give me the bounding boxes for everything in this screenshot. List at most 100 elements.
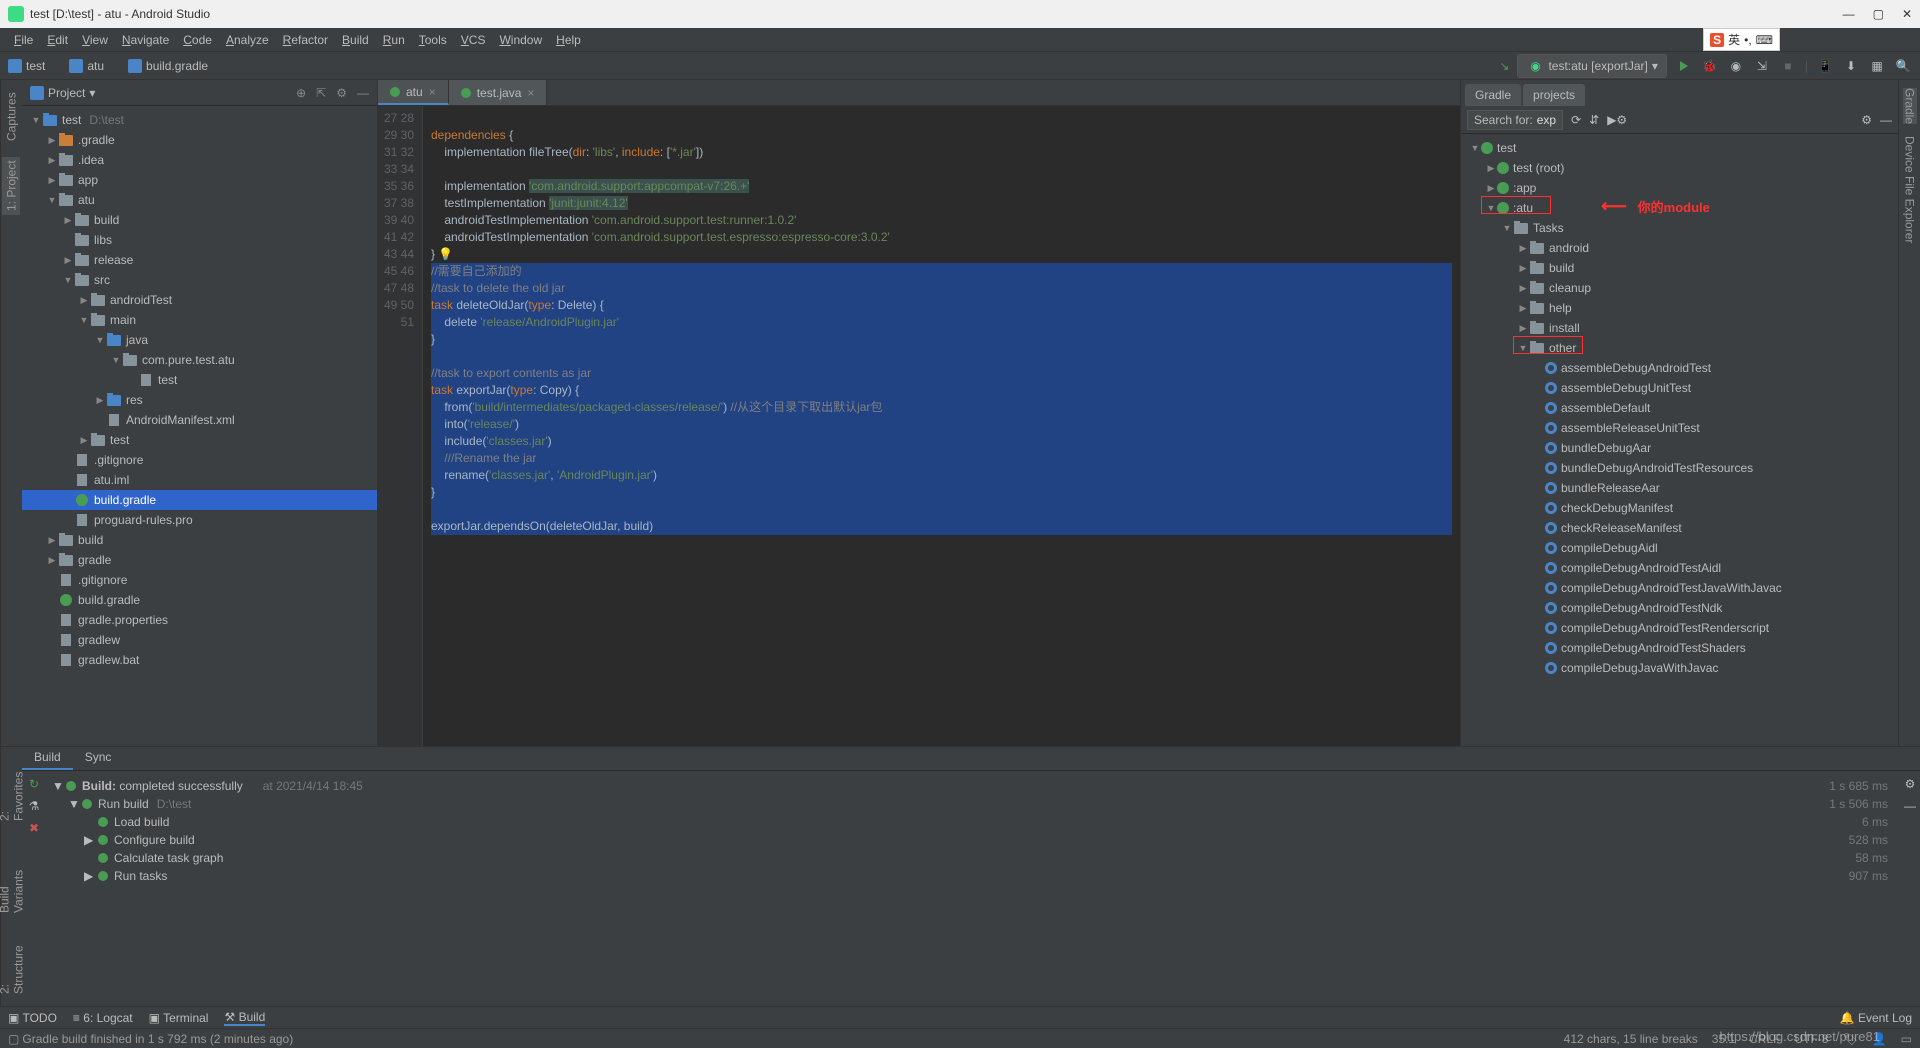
gradle-hide-icon[interactable]: — <box>1880 113 1892 127</box>
attach-button[interactable]: ⇲ <box>1753 57 1771 75</box>
menu-refactor[interactable]: Refactor <box>277 31 334 49</box>
captures-tool-tab[interactable]: Captures <box>3 88 21 145</box>
gradle-item-assembleDefault[interactable]: assembleDefault <box>1461 398 1898 418</box>
maximize-button[interactable]: ▢ <box>1873 7 1884 21</box>
gradle-item-compileDebugAndroidTestAidl[interactable]: compileDebugAndroidTestAidl <box>1461 558 1898 578</box>
debug-button[interactable]: 🐞 <box>1701 57 1719 75</box>
build-tab-Build[interactable]: Build <box>22 747 73 770</box>
refresh-icon[interactable]: ⟳ <box>1571 113 1581 127</box>
tree-item-gradlew[interactable]: gradlew <box>22 630 377 650</box>
gradle-item-compileDebugAidl[interactable]: compileDebugAidl <box>1461 538 1898 558</box>
tree-item-.idea[interactable]: ▶.idea <box>22 150 377 170</box>
tree-item-gradle[interactable]: ▶gradle <box>22 550 377 570</box>
todo-tab[interactable]: ▣ TODO <box>8 1011 57 1025</box>
build-step-Run-tasks[interactable]: ▶Run tasks907 ms <box>52 867 1894 885</box>
sync-icon[interactable]: ↘ <box>1499 59 1509 73</box>
gradle-tool-tab[interactable]: Gradle <box>1903 88 1917 124</box>
gradle-item-compileDebugJavaWithJavac[interactable]: compileDebugJavaWithJavac <box>1461 658 1898 678</box>
expand-icon[interactable]: ⇵ <box>1589 113 1599 127</box>
structure-icon[interactable]: ▦ <box>1868 57 1886 75</box>
menu-file[interactable]: File <box>8 31 39 49</box>
tree-item-atu.iml[interactable]: atu.iml <box>22 470 377 490</box>
gradle-item-other[interactable]: ▼other <box>1461 338 1898 358</box>
breadcrumb-atu[interactable]: atu <box>69 59 104 73</box>
editor-tab-test.java[interactable]: test.java× <box>449 80 548 105</box>
build-step-Calculate-task-graph[interactable]: Calculate task graph58 ms <box>52 849 1894 867</box>
tree-item-main[interactable]: ▼main <box>22 310 377 330</box>
structure-tab[interactable]: 2: Structure <box>0 929 28 998</box>
build-tab-Sync[interactable]: Sync <box>73 747 124 770</box>
gradle-item-compileDebugAndroidTestJavaWithJavac[interactable]: compileDebugAndroidTestJavaWithJavac <box>1461 578 1898 598</box>
hide-icon[interactable]: — <box>357 86 369 100</box>
gradle-tree[interactable]: ▼test▶test (root)▶:app▼:atu▼Tasks▶androi… <box>1461 134 1898 746</box>
build-variants-tab[interactable]: Build Variants <box>0 837 28 917</box>
menu-code[interactable]: Code <box>177 31 218 49</box>
target-icon[interactable]: ⊕ <box>296 86 306 100</box>
menu-edit[interactable]: Edit <box>41 31 74 49</box>
gradle-item-bundleReleaseAar[interactable]: bundleReleaseAar <box>1461 478 1898 498</box>
menu-view[interactable]: View <box>76 31 114 49</box>
build-gear-icon[interactable]: ⚙ <box>1905 777 1916 791</box>
tree-item-AndroidManifest.xml[interactable]: AndroidManifest.xml <box>22 410 377 430</box>
gradle-item-cleanup[interactable]: ▶cleanup <box>1461 278 1898 298</box>
tree-item-gradlew.bat[interactable]: gradlew.bat <box>22 650 377 670</box>
menu-navigate[interactable]: Navigate <box>116 31 175 49</box>
search-icon[interactable]: 🔍 <box>1894 57 1912 75</box>
gradle-item-compileDebugAndroidTestRenderscript[interactable]: compileDebugAndroidTestRenderscript <box>1461 618 1898 638</box>
tree-item-build.gradle[interactable]: build.gradle <box>22 590 377 610</box>
gradle-item-compileDebugAndroidTestShaders[interactable]: compileDebugAndroidTestShaders <box>1461 638 1898 658</box>
filter-icon[interactable]: ⚗ <box>29 799 40 813</box>
gradle-item-test (root)[interactable]: ▶test (root) <box>1461 158 1898 178</box>
build-tab[interactable]: ⚒ Build <box>224 1010 265 1026</box>
gradle-item-test[interactable]: ▼test <box>1461 138 1898 158</box>
terminal-tab[interactable]: ▣ Terminal <box>149 1011 209 1025</box>
tree-item-src[interactable]: ▼src <box>22 270 377 290</box>
build-step-Load-build[interactable]: Load build6 ms <box>52 813 1894 831</box>
minimize-button[interactable]: — <box>1843 7 1855 21</box>
logcat-tab[interactable]: ≡ 6: Logcat <box>73 1011 133 1025</box>
tree-item-test[interactable]: ▶test <box>22 430 377 450</box>
menu-build[interactable]: Build <box>336 31 375 49</box>
run-configuration-selector[interactable]: ◉ test:atu [exportJar]▾ <box>1517 54 1666 78</box>
menu-help[interactable]: Help <box>550 31 587 49</box>
gradle-tab-Gradle[interactable]: Gradle <box>1465 84 1521 106</box>
breadcrumb-build.gradle[interactable]: build.gradle <box>128 59 208 73</box>
close-button[interactable]: ✕ <box>1902 7 1912 21</box>
menu-window[interactable]: Window <box>493 31 548 49</box>
favorites-tab[interactable]: 2: Favorites <box>0 755 28 825</box>
tree-item-build.gradle[interactable]: build.gradle <box>22 490 377 510</box>
tree-item-test[interactable]: ▼testD:\test <box>22 110 377 130</box>
gradle-item-assembleDebugUnitTest[interactable]: assembleDebugUnitTest <box>1461 378 1898 398</box>
tree-item-proguard-rules.pro[interactable]: proguard-rules.pro <box>22 510 377 530</box>
ime-indicator[interactable]: S 英 •, ⌨ <box>1703 28 1780 51</box>
menu-run[interactable]: Run <box>377 31 411 49</box>
event-log-tab[interactable]: 🔔 Event Log <box>1840 1011 1912 1025</box>
project-tree[interactable]: ▼testD:\test▶.gradle▶.idea▶app▼atu▶build… <box>22 106 377 746</box>
gear-icon[interactable]: ⚙ <box>336 86 347 100</box>
run-button[interactable] <box>1675 57 1693 75</box>
tree-item-.gradle[interactable]: ▶.gradle <box>22 130 377 150</box>
tree-item-.gitignore[interactable]: .gitignore <box>22 450 377 470</box>
project-tool-tab[interactable]: 1: Project <box>3 157 21 216</box>
tree-item-build[interactable]: ▶build <box>22 530 377 550</box>
gradle-item-help[interactable]: ▶help <box>1461 298 1898 318</box>
gradle-search[interactable]: Search for: exp <box>1467 110 1563 130</box>
tree-item-build[interactable]: ▶build <box>22 210 377 230</box>
rerun-icon[interactable]: ↻ <box>29 777 39 791</box>
tree-item-androidTest[interactable]: ▶androidTest <box>22 290 377 310</box>
gradle-item-Tasks[interactable]: ▼Tasks <box>1461 218 1898 238</box>
gradle-item-bundleDebugAar[interactable]: bundleDebugAar <box>1461 438 1898 458</box>
breadcrumb-test[interactable]: test <box>8 59 45 73</box>
execute-icon[interactable]: ▶⚙ <box>1607 113 1627 127</box>
memory-indicator[interactable]: ▭ <box>1901 1032 1912 1046</box>
build-step-Run-build[interactable]: ▼Run buildD:\test1 s 506 ms <box>52 795 1894 813</box>
gradle-item-checkDebugManifest[interactable]: checkDebugManifest <box>1461 498 1898 518</box>
gradle-item-checkReleaseManifest[interactable]: checkReleaseManifest <box>1461 518 1898 538</box>
avd-icon[interactable]: 📱 <box>1816 57 1834 75</box>
tree-item-gradle.properties[interactable]: gradle.properties <box>22 610 377 630</box>
tree-item-java[interactable]: ▼java <box>22 330 377 350</box>
menu-vcs[interactable]: VCS <box>455 31 492 49</box>
tree-item-libs[interactable]: libs <box>22 230 377 250</box>
gradle-tab-projects[interactable]: projects <box>1523 84 1585 106</box>
tree-item-res[interactable]: ▶res <box>22 390 377 410</box>
